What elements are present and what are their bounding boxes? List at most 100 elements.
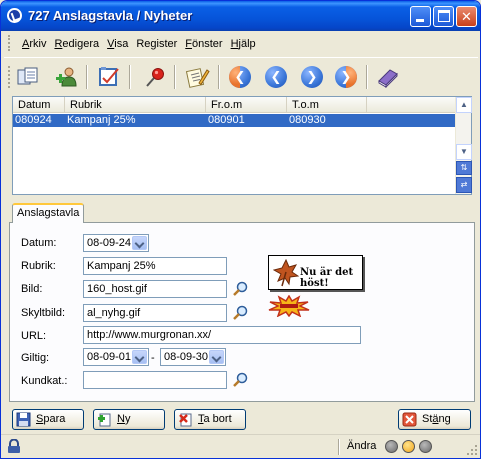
last-record-button[interactable]: ❯	[332, 63, 360, 91]
lock-icon	[8, 439, 20, 453]
chevron-down-icon: ▼	[460, 147, 468, 156]
delete-document-icon	[179, 413, 192, 427]
menu-bar: Arkiv Redigera Visa Register Fönster Hjä…	[4, 32, 478, 54]
menu-hjalp[interactable]: Hjälp	[227, 36, 260, 52]
tab-anslagstavla[interactable]: Anslagstavla	[12, 203, 84, 223]
giltig-from-value: 08-09-01	[87, 351, 132, 363]
maximize-button[interactable]	[433, 6, 454, 27]
next-record-button[interactable]: ❯	[298, 63, 326, 91]
new-button-label: Ny	[117, 413, 131, 425]
column-header-datum[interactable]: Datum	[13, 97, 65, 113]
bild-preview-text: Nu är det höst!	[300, 267, 354, 289]
bild-preview-image: Nu är det höst!	[268, 255, 363, 290]
book-button[interactable]	[374, 63, 402, 91]
minimize-button[interactable]	[410, 6, 431, 27]
title-bar[interactable]: 727 Anslagstavla / Nyheter ✕	[1, 1, 480, 31]
cell-rubrik: Kampanj 25%	[67, 114, 136, 126]
delete-button[interactable]: Ta bort	[174, 409, 246, 430]
chevron-down-icon[interactable]	[132, 236, 147, 250]
last-record-icon: ❯	[335, 66, 357, 88]
giltig-to-combobox[interactable]: 08-09-30	[160, 348, 226, 366]
book-icon	[378, 69, 398, 88]
search-icon[interactable]	[231, 304, 249, 322]
close-button[interactable]: Stäng	[398, 409, 471, 430]
add-record-button[interactable]	[53, 63, 81, 91]
pin-button[interactable]	[141, 63, 169, 91]
toolbar-separator	[366, 65, 368, 89]
giltig-to-value: 08-09-30	[164, 351, 209, 363]
chevron-down-icon[interactable]	[132, 350, 147, 364]
scroll-up-button[interactable]: ▲	[456, 97, 472, 113]
previous-record-button[interactable]: ❮	[262, 63, 290, 91]
toolbar: ❮ ❮ ❯ ❯	[4, 57, 478, 95]
status-light-red-icon	[385, 440, 398, 453]
datum-combobox[interactable]: 08-09-24	[83, 234, 149, 252]
previous-record-icon: ❮	[265, 66, 287, 88]
edit-note-button[interactable]	[95, 63, 123, 91]
records-list[interactable]: Datum Rubrik Fr.o.m T.o.m 080924 Kampanj…	[12, 96, 472, 195]
scroll-down-button[interactable]: ▼	[456, 144, 472, 160]
toolbar-separator	[174, 65, 176, 89]
bild-field[interactable]: 160_host.gif	[83, 280, 227, 298]
search-icon[interactable]	[231, 371, 249, 389]
column-header-tom[interactable]: T.o.m	[287, 97, 367, 113]
cell-from: 080901	[208, 114, 245, 126]
close-button-label: Stäng	[422, 413, 451, 425]
window-title: 727 Anslagstavla / Nyheter	[28, 8, 193, 23]
menu-redigera[interactable]: Redigera	[50, 36, 103, 52]
menu-arkiv[interactable]: Arkiv	[18, 36, 50, 52]
first-record-button[interactable]: ❮	[226, 63, 254, 91]
save-button[interactable]: Spara	[12, 409, 84, 430]
copy-records-button[interactable]	[14, 63, 42, 91]
kundkat-field[interactable]	[83, 371, 227, 389]
menu-fonster[interactable]: Fönster	[181, 36, 226, 52]
giltig-from-combobox[interactable]: 08-09-01	[83, 348, 149, 366]
toolbar-grip[interactable]	[8, 66, 11, 88]
url-label: URL:	[21, 330, 47, 342]
cell-tom: 080930	[289, 114, 326, 126]
first-record-icon: ❮	[229, 66, 251, 88]
toolbar-separator	[218, 65, 220, 89]
copy-records-icon	[17, 67, 38, 85]
column-header-from[interactable]: Fr.o.m	[206, 97, 287, 113]
url-field[interactable]: http://www.murgronan.xx/	[83, 326, 361, 344]
close-window-button[interactable]: ✕	[456, 6, 477, 27]
menu-visa[interactable]: Visa	[103, 36, 132, 52]
toolbar-separator	[129, 65, 131, 89]
cell-datum: 080924	[15, 114, 52, 126]
list-row-selected[interactable]: 080924 Kampanj 25% 080901 080930	[13, 114, 456, 127]
new-button[interactable]: Ny	[93, 409, 165, 430]
rubrik-label: Rubrik:	[21, 260, 56, 272]
new-document-icon	[98, 413, 111, 427]
skyltbild-field[interactable]: al_nyhg.gif	[83, 304, 227, 322]
list-vertical-scrollbar[interactable]: ▲ ▼ ⇅ ⇄	[455, 97, 472, 194]
chevron-up-icon: ▲	[460, 100, 468, 109]
menu-register[interactable]: Register	[132, 36, 181, 52]
chevron-down-icon[interactable]	[209, 350, 224, 364]
autumn-leaf-icon	[273, 259, 299, 287]
kundkat-label: Kundkat.:	[21, 375, 68, 387]
status-light-yellow-icon	[402, 440, 415, 453]
notes-button[interactable]	[184, 63, 212, 91]
floppy-disk-icon	[16, 412, 31, 427]
skyltbild-label: Skyltbild:	[21, 307, 66, 319]
status-light-green-icon	[419, 440, 432, 453]
close-icon: ✕	[461, 9, 472, 24]
datum-value: 08-09-24	[87, 237, 132, 249]
menu-grip[interactable]	[8, 35, 11, 51]
save-button-label: Spara	[36, 413, 66, 425]
next-record-icon: ❯	[301, 66, 323, 88]
column-header-rubrik[interactable]: Rubrik	[65, 97, 206, 113]
rubrik-field[interactable]: Kampanj 25%	[83, 257, 227, 275]
split-view-button[interactable]: ⇄	[456, 177, 472, 193]
app-icon[interactable]	[7, 8, 22, 23]
minimize-icon	[416, 19, 424, 22]
close-icon	[402, 412, 417, 427]
row-navigator-button[interactable]: ⇅	[456, 161, 472, 175]
resize-grip-icon[interactable]	[466, 444, 478, 456]
status-mode: Ändra	[347, 440, 377, 452]
notepad-pencil-icon	[186, 68, 210, 88]
toolbar-separator	[86, 65, 88, 89]
double-arrow-icon: ⇅	[460, 163, 468, 172]
search-icon[interactable]	[231, 280, 249, 298]
